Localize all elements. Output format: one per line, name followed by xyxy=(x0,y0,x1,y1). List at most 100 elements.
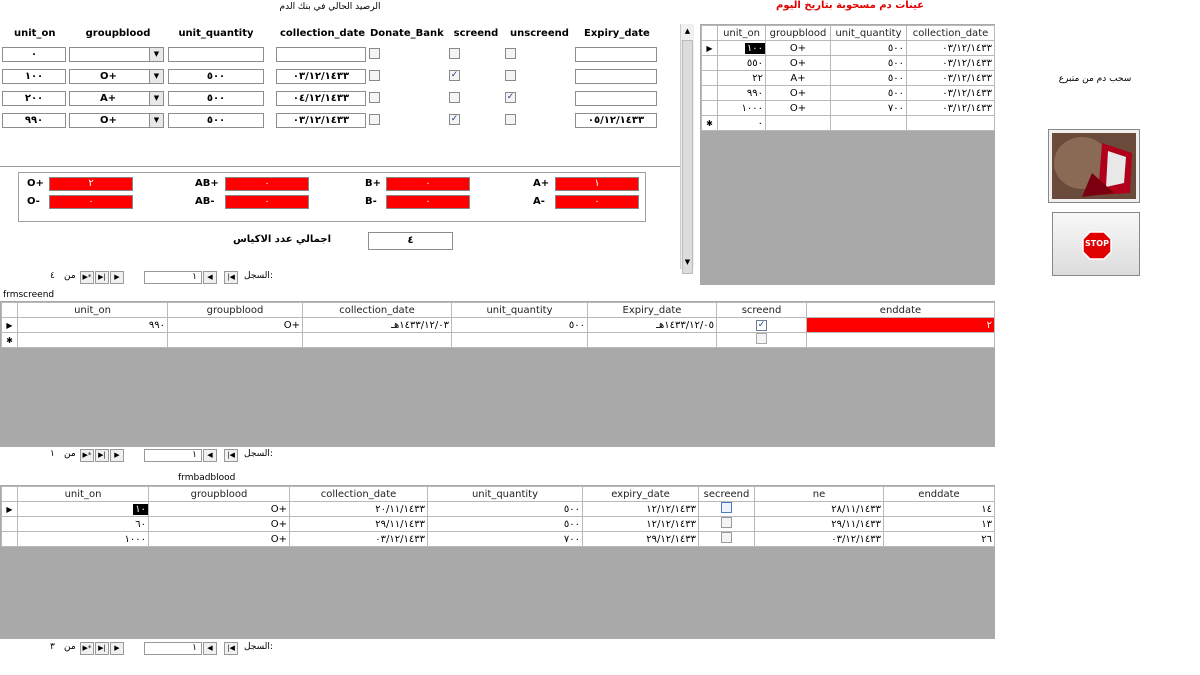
current-row-icon[interactable]: ▶ xyxy=(1,501,18,517)
cell-expiry-date[interactable]: ١٢/١٢/١٤٣٣ xyxy=(582,501,699,517)
new-record-row[interactable]: ✱ ٠ xyxy=(701,115,995,131)
col-unit-on[interactable]: unit_on xyxy=(17,302,168,318)
secreend-checkbox[interactable] xyxy=(721,532,732,543)
cell-groupblood[interactable]: O+ xyxy=(765,85,831,101)
cell-expiry-date[interactable]: ٢٩/١٢/١٤٣٣ xyxy=(582,531,699,547)
cell-unit-quantity[interactable]: ٥٠٠ xyxy=(830,40,907,56)
col-groupblood[interactable]: groupblood xyxy=(167,302,303,318)
nav-current-input[interactable]: ١ xyxy=(144,642,202,655)
expiry-date-field[interactable] xyxy=(575,47,657,62)
col-expiry-date[interactable]: Expiry_date xyxy=(587,302,717,318)
cell-ne[interactable]: ٢٨/١١/١٤٣٣ xyxy=(754,501,884,517)
scroll-up-icon[interactable]: ▲ xyxy=(681,24,694,38)
next-record-icon[interactable]: ▶ xyxy=(110,271,124,284)
groupblood-combo[interactable]: O+ ▼ xyxy=(69,113,164,128)
last-record-icon[interactable]: ▶| xyxy=(95,449,109,462)
cell-unit-quantity[interactable]: ٥٠٠ xyxy=(427,516,583,532)
cell-unit-quantity[interactable]: ٥٠٠ xyxy=(830,85,907,101)
secreend-checkbox[interactable] xyxy=(721,502,732,513)
cell-collection-date[interactable]: ٠٣/١٢/١٤٣٣ xyxy=(906,70,995,86)
groupblood-combo[interactable]: ▼ xyxy=(69,47,164,62)
cell-expiry-date[interactable]: ١٢/١٢/١٤٣٣ xyxy=(582,516,699,532)
cell-ne[interactable]: ٠٣/١٢/١٤٣٣ xyxy=(754,531,884,547)
cell-expiry-date[interactable] xyxy=(587,332,717,348)
donate-bank-checkbox[interactable] xyxy=(369,114,380,125)
cell-unit-quantity[interactable] xyxy=(830,115,907,131)
cell-collection-date[interactable]: ٠٣/١٢/١٤٣٣ xyxy=(289,531,428,547)
col-collection-date[interactable]: collection_date xyxy=(906,25,995,41)
grid-corner[interactable] xyxy=(701,25,718,41)
unit-quantity-field[interactable]: ٥٠٠ xyxy=(168,113,264,128)
cell-collection-date[interactable]: ٢٠/١١/١٤٣٣ xyxy=(289,501,428,517)
next-record-icon[interactable]: ▶ xyxy=(110,449,124,462)
groupblood-combo[interactable]: A+ ▼ xyxy=(69,91,164,106)
cell-groupblood[interactable]: O+ xyxy=(167,317,303,333)
donate-bank-checkbox[interactable] xyxy=(369,48,380,59)
first-record-icon[interactable]: |◀ xyxy=(224,642,238,655)
col-groupblood[interactable]: groupblood xyxy=(148,486,290,502)
cell-unit-on[interactable]: ٩٩٠ xyxy=(17,317,168,333)
new-row-icon[interactable]: ✱ xyxy=(701,115,718,131)
expiry-date-field[interactable] xyxy=(575,91,657,106)
row-selector[interactable] xyxy=(701,70,718,86)
cell-groupblood[interactable] xyxy=(167,332,303,348)
cell-groupblood[interactable]: O+ xyxy=(148,516,290,532)
cell-enddate[interactable]: ٢٦ xyxy=(883,531,995,547)
collection-date-field[interactable]: ٠٣/١٢/١٤٣٣ xyxy=(276,69,366,84)
last-record-icon[interactable]: ▶| xyxy=(95,271,109,284)
new-record-icon[interactable]: ▶* xyxy=(80,271,94,284)
new-record-row[interactable]: ✱ xyxy=(1,332,995,348)
dropdown-arrow-icon[interactable]: ▼ xyxy=(149,114,163,127)
cell-ne[interactable]: ٢٩/١١/١٤٣٣ xyxy=(754,516,884,532)
cell-unit-quantity[interactable]: ٥٠٠ xyxy=(451,317,588,333)
cell-unit-quantity[interactable]: ٧٠٠ xyxy=(830,100,907,116)
cell-collection-date[interactable]: ٠٣/١٢/١٤٣٣ xyxy=(906,55,995,71)
cell-unit-quantity[interactable]: ٧٠٠ xyxy=(427,531,583,547)
expiry-date-field[interactable] xyxy=(575,69,657,84)
col-groupblood[interactable]: groupblood xyxy=(765,25,831,41)
unit-on-field[interactable]: ٩٩٠ xyxy=(2,113,66,128)
cell-unit-quantity[interactable]: ٥٠٠ xyxy=(427,501,583,517)
unit-on-field[interactable]: ١٠٠ xyxy=(2,69,66,84)
screend-checkbox[interactable]: ✓ xyxy=(449,114,460,125)
unscreend-checkbox[interactable]: ✓ xyxy=(505,92,516,103)
unit-quantity-field[interactable]: ٥٠٠ xyxy=(168,91,264,106)
table-row[interactable]: ▶ ١٠٠ O+ ٥٠٠ ٠٣/١٢/١٤٣٣ xyxy=(701,40,995,56)
cell-secreend[interactable] xyxy=(698,516,755,532)
cell-unit-on[interactable]: ١٠٠٠ xyxy=(17,531,149,547)
cell-unit-quantity[interactable]: ٥٠٠ xyxy=(830,70,907,86)
unit-quantity-field[interactable]: ٥٠٠ xyxy=(168,69,264,84)
col-expiry-date[interactable]: expiry_date xyxy=(582,486,699,502)
col-collection-date[interactable]: collection_date xyxy=(289,486,428,502)
vertical-scrollbar[interactable]: ▲ ▼ xyxy=(680,24,694,274)
table-row[interactable]: ٥٥٠ O+ ٥٠٠ ٠٣/١٢/١٤٣٣ xyxy=(701,55,995,71)
screend-checkbox[interactable]: ✓ xyxy=(449,70,460,81)
col-enddate[interactable]: enddate xyxy=(806,302,995,318)
cell-screend[interactable] xyxy=(716,332,807,348)
cell-enddate[interactable]: ٢ xyxy=(806,317,995,333)
cell-expiry-date[interactable]: ١٤٣٣/١٢/٠٥هـ xyxy=(587,317,717,333)
cell-groupblood[interactable]: O+ xyxy=(765,40,831,56)
unscreend-checkbox[interactable] xyxy=(505,70,516,81)
cell-unit-quantity[interactable] xyxy=(451,332,588,348)
col-screend[interactable]: screend xyxy=(716,302,807,318)
col-ne[interactable]: ne xyxy=(754,486,884,502)
previous-record-icon[interactable]: ◀ xyxy=(203,642,217,655)
grid-corner[interactable] xyxy=(1,486,18,502)
table-row[interactable]: ٢٢ A+ ٥٠٠ ٠٣/١٢/١٤٣٣ xyxy=(701,70,995,86)
table-row[interactable]: ١٠٠٠ O+ ٧٠٠ ٠٣/١٢/١٤٣٣ xyxy=(701,100,995,116)
donate-bank-checkbox[interactable] xyxy=(369,70,380,81)
cell-secreend[interactable] xyxy=(698,501,755,517)
collection-date-field[interactable]: ٠٣/١٢/١٤٣٣ xyxy=(276,113,366,128)
previous-record-icon[interactable]: ◀ xyxy=(203,449,217,462)
stop-button[interactable]: STOP xyxy=(1052,212,1140,276)
cell-enddate[interactable]: ١٣ xyxy=(883,516,995,532)
first-record-icon[interactable]: |◀ xyxy=(224,449,238,462)
grid-corner[interactable] xyxy=(1,302,18,318)
new-record-icon[interactable]: ▶* xyxy=(80,449,94,462)
cell-groupblood[interactable]: O+ xyxy=(765,55,831,71)
row-selector[interactable] xyxy=(1,531,18,547)
withdraw-blood-button[interactable] xyxy=(1048,129,1140,203)
cell-groupblood[interactable]: O+ xyxy=(148,501,290,517)
dropdown-arrow-icon[interactable]: ▼ xyxy=(149,48,163,61)
